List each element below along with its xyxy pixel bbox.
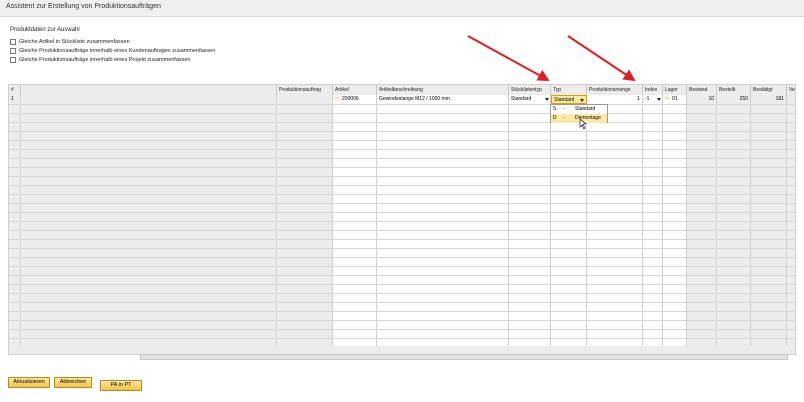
annotation-arrows <box>467 35 636 130</box>
aktualisieren-button[interactable]: Aktualisieren <box>8 377 50 388</box>
annotation-arrow-produktionsmenge <box>567 35 636 82</box>
mouse-cursor-icon <box>579 118 587 130</box>
abbrechen-button[interactable]: Abbrechen <box>54 377 92 388</box>
annotation-arrow-typ <box>467 35 550 81</box>
pa-in-pt-button[interactable]: PA in PT <box>100 380 142 391</box>
